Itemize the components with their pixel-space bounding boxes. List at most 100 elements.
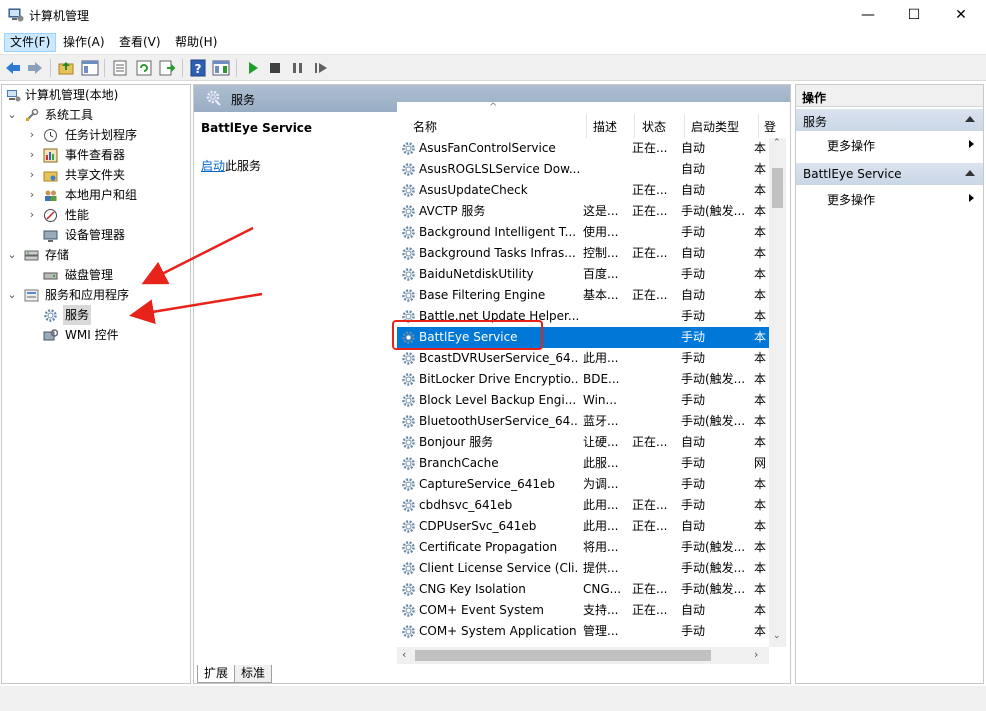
tree-item-performance[interactable]: › 性能 <box>2 205 190 225</box>
service-startup-type: 自动 <box>681 141 706 155</box>
service-row[interactable]: BluetoothUserService_64... 蓝牙... 手动(触发... 本 <box>397 411 769 432</box>
service-startup-type: 自动 <box>681 162 706 176</box>
tree-item-event-viewer[interactable]: › 事件查看器 <box>2 145 190 165</box>
actions-section-services[interactable]: 服务 <box>796 109 983 131</box>
service-startup-type: 自动 <box>681 603 706 617</box>
service-row[interactable]: Base Filtering Engine 基本... 正在... 自动 本 <box>397 285 769 306</box>
service-logon: 本 <box>754 498 767 512</box>
collapse-triangle-icon[interactable] <box>965 170 975 176</box>
service-description: 这是... <box>583 204 619 218</box>
tab-extended[interactable]: 扩展 <box>197 665 236 683</box>
gear-icon <box>206 90 221 106</box>
maximize-button[interactable]: ☐ <box>891 0 937 31</box>
horizontal-scrollbar[interactable]: ‹ › <box>397 647 769 664</box>
vertical-scroll-thumb[interactable] <box>772 168 783 208</box>
scroll-right-icon[interactable]: › <box>754 648 758 661</box>
service-name: Client License Service (Cli... <box>419 561 579 575</box>
service-row[interactable]: BcastDVRUserService_64... 此用... 手动 本 <box>397 348 769 369</box>
menu-view[interactable]: 查看(V) <box>114 33 166 52</box>
expand-chevron-icon[interactable]: › <box>26 125 38 145</box>
service-row[interactable]: COM+ Event System 支持... 正在... 自动 本 <box>397 600 769 621</box>
vertical-scrollbar[interactable]: ⌃ ⌄ <box>769 138 786 647</box>
service-row[interactable]: Background Intelligent T... 使用... 手动 本 <box>397 222 769 243</box>
tree-item-shared-folders[interactable]: › 共享文件夹 <box>2 165 190 185</box>
scroll-down-icon[interactable]: ⌄ <box>773 631 781 641</box>
properties-icon[interactable] <box>111 59 129 77</box>
tree-root[interactable]: 计算机管理(本地) <box>2 85 190 105</box>
forward-arrow-icon[interactable] <box>26 59 44 77</box>
service-startup-type: 手动 <box>681 624 706 638</box>
back-arrow-icon[interactable] <box>4 59 22 77</box>
tree-item-services[interactable]: 服务 <box>2 305 190 325</box>
more-actions-item[interactable]: 更多操作 <box>796 187 983 209</box>
service-row[interactable]: CaptureService_641eb 为调... 手动 本 <box>397 474 769 495</box>
stop-service-icon[interactable] <box>266 59 284 77</box>
service-row[interactable]: AVCTP 服务 这是... 正在... 手动(触发... 本 <box>397 201 769 222</box>
service-startup-type: 手动 <box>681 309 706 323</box>
start-service-link[interactable]: 启动 <box>201 159 225 173</box>
column-logon-as[interactable]: 登 <box>764 118 776 135</box>
service-row[interactable]: CNG Key Isolation CNG... 正在... 手动(触发... 本 <box>397 579 769 600</box>
export-list-icon[interactable] <box>158 59 176 77</box>
service-row[interactable]: BaiduNetdiskUtility 百度... 手动 本 <box>397 264 769 285</box>
column-startup-type[interactable]: 启动类型 <box>691 118 739 135</box>
service-row[interactable]: AsusUpdateCheck 正在... 自动 本 <box>397 180 769 201</box>
service-description: 为调... <box>583 477 619 491</box>
start-service-icon[interactable] <box>244 59 262 77</box>
tree-item-services-and-apps[interactable]: ⌄ 服务和应用程序 <box>2 285 190 305</box>
service-gear-icon <box>402 562 415 575</box>
service-row[interactable]: Block Level Backup Engi... Win... 手动 本 <box>397 390 769 411</box>
tree-item-storage[interactable]: ⌄ 存储 <box>2 245 190 265</box>
tree-item-disk-management[interactable]: 磁盘管理 <box>2 265 190 285</box>
close-button[interactable]: ✕ <box>938 0 984 31</box>
service-row[interactable]: Bonjour 服务 让硬... 正在... 自动 本 <box>397 432 769 453</box>
performance-icon <box>44 209 57 222</box>
expand-chevron-icon[interactable]: › <box>26 145 38 165</box>
service-row[interactable]: AsusFanControlService 正在... 自动 本 <box>397 138 769 159</box>
tree-item-device-manager[interactable]: 设备管理器 <box>2 225 190 245</box>
pause-service-icon[interactable] <box>289 59 307 77</box>
service-row[interactable]: cbdhsvc_641eb 此用... 正在... 手动 本 <box>397 495 769 516</box>
expand-chevron-icon[interactable]: › <box>26 165 38 185</box>
show-hide-action-pane-icon[interactable] <box>212 59 230 77</box>
menu-help[interactable]: 帮助(H) <box>170 33 222 52</box>
tree-item-task-scheduler[interactable]: › 任务计划程序 <box>2 125 190 145</box>
horizontal-scroll-thumb[interactable] <box>415 650 711 661</box>
actions-section-battleye[interactable]: BattlEye Service <box>796 163 983 185</box>
help-icon[interactable]: ? <box>189 59 207 77</box>
tree-item-system-tools[interactable]: ⌄ 系统工具 <box>2 105 190 125</box>
column-status[interactable]: 状态 <box>642 118 666 135</box>
scroll-left-icon[interactable]: ‹ <box>402 648 406 661</box>
service-row[interactable]: Background Tasks Infras... 控制... 正在... 自动 本 <box>397 243 769 264</box>
service-row[interactable]: Client License Service (Cli... 提供... 手动(触发… <box>397 558 769 579</box>
clock-icon <box>44 129 57 142</box>
column-name[interactable]: 名称 <box>413 118 437 135</box>
service-row[interactable]: Certificate Propagation 将用... 手动(触发... 本 <box>397 537 769 558</box>
collapse-chevron-icon[interactable]: ⌄ <box>6 245 18 265</box>
restart-service-icon[interactable] <box>312 59 330 77</box>
collapse-chevron-icon[interactable]: ⌄ <box>6 105 18 125</box>
more-actions-item[interactable]: 更多操作 <box>796 133 983 155</box>
collapse-chevron-icon[interactable]: ⌄ <box>6 285 18 305</box>
tab-standard[interactable]: 标准 <box>234 665 273 683</box>
expand-chevron-icon[interactable]: › <box>26 205 38 225</box>
menu-file[interactable]: 文件(F) <box>4 33 57 52</box>
start-service-text: 启动此服务 <box>201 157 261 174</box>
service-row[interactable]: CDPUserSvc_641eb 此用... 正在... 自动 本 <box>397 516 769 537</box>
expand-chevron-icon[interactable]: › <box>26 185 38 205</box>
service-row[interactable]: AsusROGLSLService Dow... 自动 本 <box>397 159 769 180</box>
up-folder-icon[interactable] <box>57 59 75 77</box>
tree-item-local-users-groups[interactable]: › 本地用户和组 <box>2 185 190 205</box>
service-row[interactable]: BranchCache 此服... 手动 网 <box>397 453 769 474</box>
refresh-icon[interactable] <box>135 59 153 77</box>
service-name: BitLocker Drive Encryptio... <box>419 372 579 386</box>
column-description[interactable]: 描述 <box>593 118 617 135</box>
scroll-up-icon[interactable]: ⌃ <box>773 138 781 148</box>
show-hide-console-tree-icon[interactable] <box>81 59 99 77</box>
collapse-triangle-icon[interactable] <box>965 116 975 122</box>
service-row[interactable]: BitLocker Drive Encryptio... BDE... 手动(触发.… <box>397 369 769 390</box>
minimize-button[interactable]: — <box>845 0 891 31</box>
menu-action[interactable]: 操作(A) <box>58 33 110 52</box>
service-row[interactable]: COM+ System Application 管理... 手动 本 <box>397 621 769 642</box>
tree-item-wmi-control[interactable]: WMI 控件 <box>2 325 190 345</box>
